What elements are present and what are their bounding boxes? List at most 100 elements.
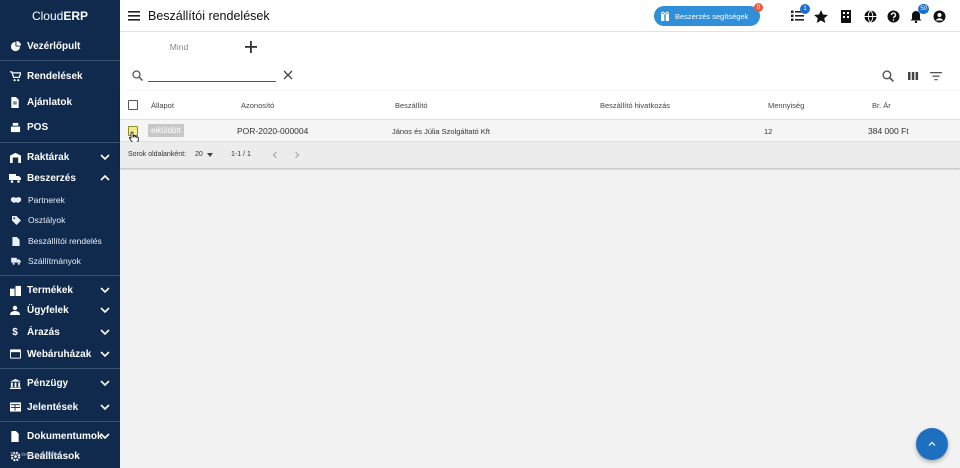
brand-prefix: Cloud bbox=[31, 9, 64, 23]
sidebar-item-reports[interactable]: Jelentések bbox=[0, 399, 120, 415]
column-header-id[interactable]: Azonosító bbox=[241, 101, 274, 110]
tab-all[interactable]: Mind bbox=[140, 32, 218, 62]
column-header-quantity[interactable]: Mennyiség bbox=[768, 101, 804, 110]
dashboard-icon bbox=[9, 40, 21, 52]
next-page-icon[interactable] bbox=[292, 150, 302, 160]
products-icon bbox=[9, 284, 21, 296]
account-circle-icon bbox=[933, 10, 945, 22]
globe-icon bbox=[864, 9, 876, 23]
chevron-down-icon bbox=[100, 351, 110, 358]
column-header-supplier[interactable]: Beszállító bbox=[395, 101, 428, 110]
sidebar-item-label: Jelentések bbox=[27, 401, 79, 413]
sidebar-subitem-shipments[interactable]: Szállítmányok bbox=[0, 255, 120, 267]
caret-down-icon[interactable] bbox=[207, 153, 213, 157]
columns-icon[interactable] bbox=[907, 70, 919, 82]
search-input[interactable] bbox=[148, 68, 276, 82]
sidebar-divider bbox=[0, 368, 120, 369]
sidebar-item-documents[interactable]: Dokumentumok bbox=[0, 428, 120, 444]
sidebar-item-webstores[interactable]: Webáruházak bbox=[0, 346, 120, 362]
menu-icon[interactable] bbox=[128, 10, 142, 22]
table-toolbar bbox=[120, 62, 960, 90]
sidebar-item-label: Dokumentumok bbox=[27, 430, 103, 442]
column-header-gross-price[interactable]: Br. Ár bbox=[872, 101, 891, 110]
notifications-badge: 50 bbox=[918, 4, 929, 14]
previous-page-icon[interactable] bbox=[270, 150, 280, 160]
sidebar-item-pricing[interactable]: $ Árazás bbox=[0, 324, 120, 340]
help-badge: 0 bbox=[754, 3, 763, 12]
filter-icon[interactable] bbox=[930, 70, 942, 82]
close-icon[interactable] bbox=[283, 70, 293, 80]
company-button[interactable] bbox=[839, 9, 853, 23]
question-icon bbox=[887, 10, 899, 22]
demo-watermark: This demo is unstable bbox=[10, 452, 59, 458]
table-header: Állapot Azonosító Beszállító Beszállító … bbox=[120, 90, 960, 120]
chevron-up-icon bbox=[100, 174, 110, 181]
brand-logo[interactable]: Cloud ERP bbox=[0, 0, 120, 32]
help-button[interactable] bbox=[886, 9, 900, 23]
sidebar-item-products[interactable]: Termékek bbox=[0, 282, 120, 298]
store-icon bbox=[9, 348, 21, 360]
sidebar-subitem-label: Szállítmányok bbox=[28, 256, 81, 266]
search-icon[interactable] bbox=[882, 70, 894, 82]
account-button[interactable] bbox=[932, 9, 946, 23]
cell-gross-price: 384 000 Ft bbox=[868, 126, 909, 136]
sidebar-item-label: Raktárak bbox=[27, 151, 70, 163]
sidebar: Cloud ERP Vezérlőpult Rendelések Ajánlato… bbox=[0, 0, 120, 468]
sidebar-divider bbox=[0, 60, 120, 61]
sidebar-item-orders[interactable]: Rendelések bbox=[0, 68, 120, 84]
dollar-icon: $ bbox=[12, 326, 18, 338]
search-icon bbox=[132, 70, 143, 81]
sidebar-item-finance[interactable]: Pénzügy bbox=[0, 375, 120, 391]
add-tab-icon[interactable] bbox=[244, 40, 258, 54]
warehouse-icon bbox=[9, 151, 21, 163]
sidebar-subitem-label: Partnerek bbox=[28, 195, 65, 205]
chevron-up-icon bbox=[928, 441, 936, 446]
page-title: Beszállítói rendelések bbox=[148, 8, 270, 23]
sidebar-item-label: Pénzügy bbox=[27, 377, 69, 389]
purchasing-help-button[interactable]: Beszerzés segítségek 0 bbox=[654, 3, 763, 26]
rows-per-page-select[interactable]: 20 bbox=[195, 151, 203, 158]
sidebar-divider bbox=[0, 142, 120, 143]
select-all-checkbox[interactable] bbox=[128, 100, 138, 110]
tag-icon bbox=[11, 215, 21, 225]
sidebar-item-offers[interactable]: Ajánlatok bbox=[0, 94, 120, 110]
document-icon bbox=[11, 236, 21, 246]
column-header-status[interactable]: Állapot bbox=[151, 101, 174, 110]
sidebar-divider bbox=[0, 275, 120, 276]
sidebar-item-warehouses[interactable]: Raktárak bbox=[0, 149, 120, 165]
cell-id: POR-2020-000004 bbox=[237, 126, 309, 136]
language-button[interactable] bbox=[863, 9, 877, 23]
table-row[interactable]: elküldött POR-2020-000004 János és Júlia… bbox=[120, 120, 960, 143]
status-badge: elküldött bbox=[148, 124, 184, 137]
top-bar: Beszállítói rendelések Beszerzés segítsé… bbox=[120, 0, 960, 32]
sidebar-item-customers[interactable]: Ügyfelek bbox=[0, 302, 120, 318]
chevron-down-icon bbox=[100, 329, 110, 336]
help-button-label: Beszerzés segítségek bbox=[675, 11, 749, 21]
register-icon bbox=[9, 121, 21, 133]
chevron-down-icon bbox=[100, 433, 110, 440]
sidebar-subitem-supplier-orders[interactable]: Beszállítói rendelés bbox=[0, 235, 120, 247]
sidebar-item-label: Ajánlatok bbox=[27, 96, 73, 108]
sidebar-item-label: POS bbox=[27, 121, 49, 133]
sidebar-subitem-classes[interactable]: Osztályok bbox=[0, 214, 120, 226]
sidebar-item-pos[interactable]: POS bbox=[0, 119, 120, 135]
sidebar-item-dashboard[interactable]: Vezérlőpult bbox=[0, 38, 120, 54]
cart-icon bbox=[9, 70, 21, 82]
view-tabs: Mind bbox=[120, 32, 960, 62]
handshake-icon bbox=[11, 195, 21, 205]
sidebar-subitem-partners[interactable]: Partnerek bbox=[0, 194, 120, 206]
bank-icon bbox=[9, 377, 21, 389]
column-header-supplier-ref[interactable]: Beszállító hivatkozás bbox=[600, 101, 670, 110]
report-icon bbox=[9, 401, 21, 413]
gift-icon bbox=[661, 11, 669, 21]
cell-quantity: 12 bbox=[764, 127, 773, 136]
chevron-down-icon bbox=[100, 307, 110, 314]
favorites-button[interactable] bbox=[814, 9, 828, 23]
purchase-orders-table: Állapot Azonosító Beszállító Beszállító … bbox=[120, 90, 960, 168]
notifications-button[interactable]: 50 bbox=[909, 4, 929, 23]
sidebar-item-purchasing[interactable]: Beszerzés bbox=[0, 170, 120, 186]
file-icon bbox=[9, 430, 21, 442]
truck-icon bbox=[9, 172, 21, 184]
tasks-button[interactable]: 1 bbox=[790, 4, 810, 23]
scroll-top-button[interactable] bbox=[916, 428, 948, 460]
